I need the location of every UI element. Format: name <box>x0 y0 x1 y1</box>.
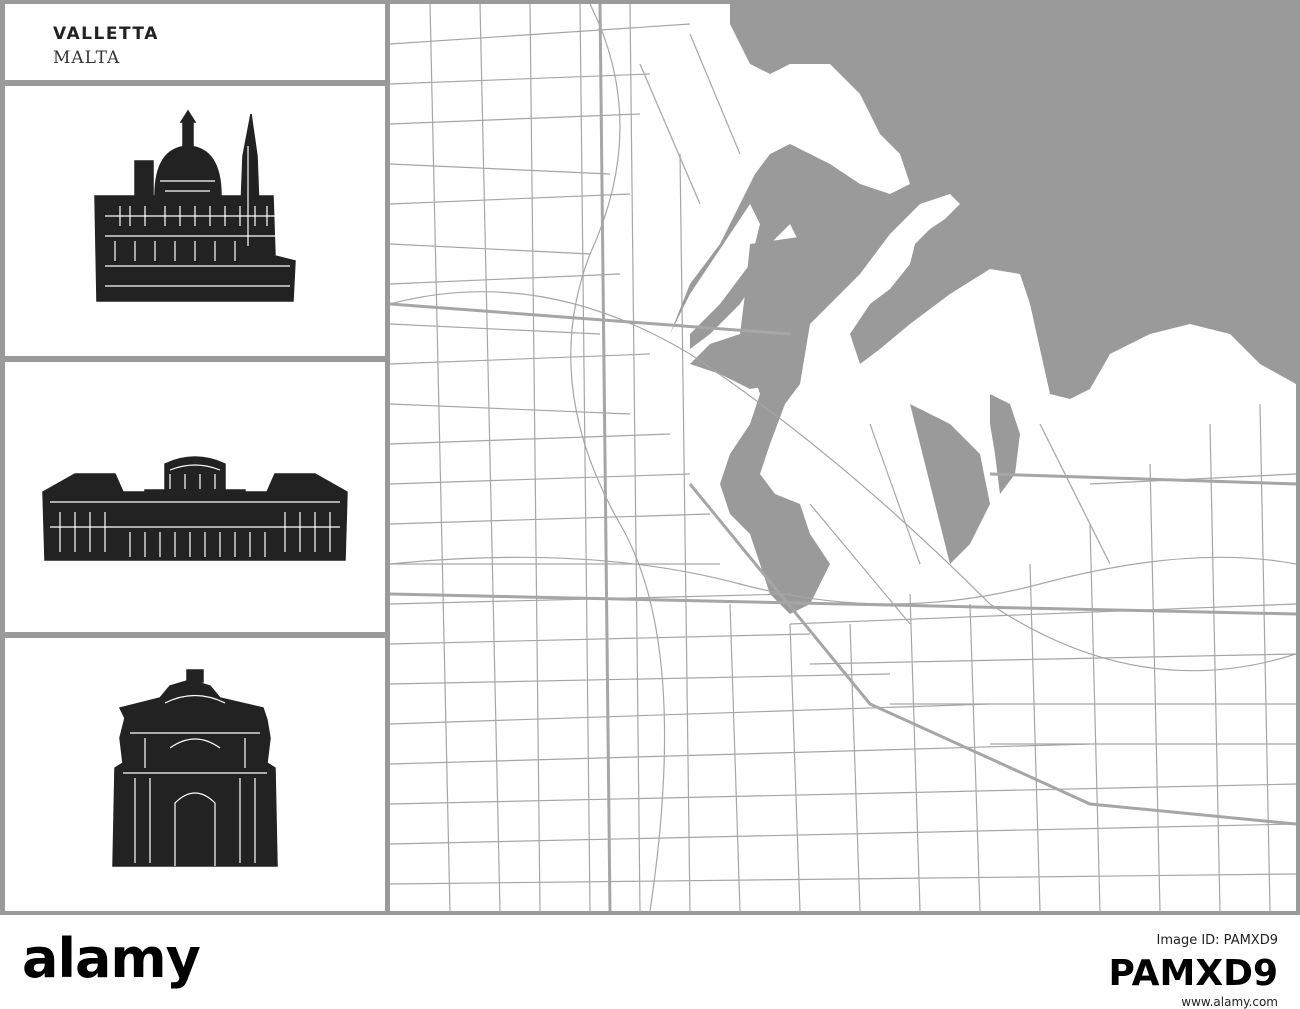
landmark-panel-2 <box>5 362 385 632</box>
brand-url[interactable]: www.alamy.com <box>1181 995 1278 1009</box>
brand-logo[interactable]: alamy <box>22 927 201 990</box>
cathedral-icon <box>94 109 296 302</box>
image-code: PAMXD9 <box>1108 953 1278 994</box>
title-panel: VALLETTA MALTA <box>5 4 385 80</box>
valletta-street-map <box>390 4 1296 911</box>
city-name: VALLETTA <box>53 24 159 44</box>
church-facade-icon <box>112 669 278 867</box>
poster-frame: VALLETTA MALTA <box>0 0 1300 915</box>
palace-icon <box>42 456 348 561</box>
image-id-line: Image ID: PAMXD9 <box>1156 933 1278 948</box>
street-map-panel <box>390 4 1296 911</box>
footer: alamy Image ID: PAMXD9 PAMXD9 www.alamy.… <box>0 915 1300 1009</box>
country-name: MALTA <box>53 48 121 68</box>
landmark-panel-3 <box>5 638 385 911</box>
landmark-panel-1 <box>5 86 385 356</box>
